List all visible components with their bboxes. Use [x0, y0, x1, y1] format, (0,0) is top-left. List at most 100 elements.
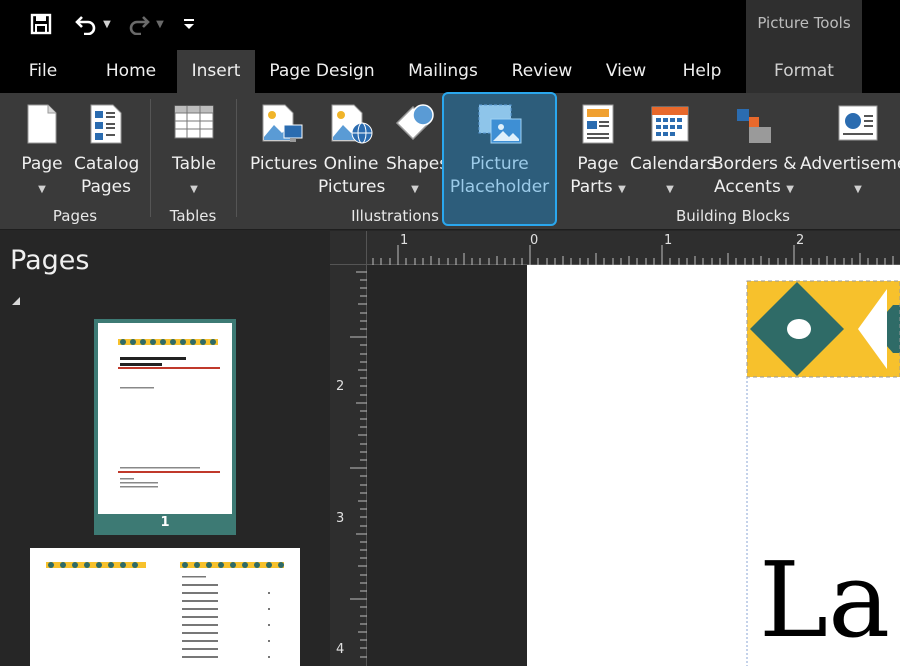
page-button[interactable]: Page ▼ [16, 93, 68, 208]
chevron-down-icon: ▼ [38, 184, 46, 195]
page-thumbnail-1[interactable]: 1 [94, 319, 236, 535]
catalog-pages-label-2: Pages [80, 177, 131, 197]
group-separator [236, 99, 237, 217]
picture-tools-contextual-header: Picture Tools [746, 0, 862, 50]
document-title-text[interactable]: La [759, 539, 890, 661]
picture-placeholder-icon [478, 104, 521, 144]
chevron-down-icon: ▼ [618, 184, 626, 195]
page-thumbnail-2-3-art [46, 562, 284, 658]
table-button[interactable]: Table ▼ [166, 93, 222, 208]
redo-button[interactable] [123, 8, 155, 40]
advertisements-icon [838, 105, 878, 141]
horizontal-ruler-ticks [372, 245, 894, 265]
picture-placeholder-label-1: Picture [470, 154, 529, 174]
catalog-pages-button[interactable]: Catalog Pages [74, 93, 140, 208]
pages-pane-title: Pages [10, 245, 90, 276]
page-thumbnail-1-number: 1 [160, 515, 170, 530]
borders-accents-label-2: Accents [714, 177, 781, 197]
chevron-down-icon: ▼ [854, 184, 862, 195]
redo-icon [129, 16, 150, 35]
page-thumbnail-1-art [118, 339, 220, 488]
online-pictures-label-2: Pictures [318, 177, 386, 197]
customize-qat-icon [184, 19, 194, 29]
group-label-pages: Pages [52, 207, 98, 225]
picture-tools-label: Picture Tools [757, 14, 851, 32]
customize-qat-button[interactable] [178, 8, 200, 40]
save-button[interactable] [22, 8, 60, 40]
page-parts-icon [582, 104, 614, 144]
online-pictures-icon [331, 104, 373, 144]
borders-accents-icon [737, 109, 771, 143]
collapse-triangle-icon[interactable] [12, 297, 20, 305]
online-pictures-label-1: Online [323, 154, 379, 174]
ruler-h-label: 2 [796, 233, 805, 248]
catalog-pages-icon [90, 104, 122, 144]
catalog-pages-label-1: Catalog [74, 154, 140, 174]
pictures-label: Pictures [250, 154, 318, 174]
tab-home[interactable]: Home [95, 50, 167, 93]
shapes-label: Shapes [386, 154, 449, 174]
group-label-tables: Tables [169, 207, 217, 225]
ruler-v-label: 2 [336, 379, 345, 394]
ruler-v-label: 4 [336, 642, 345, 657]
ribbon-tabs: File Home Insert Page Design Mailings Re… [0, 50, 900, 93]
shapes-button[interactable]: Shapes ▼ [386, 93, 449, 208]
redo-dropdown[interactable]: ▼ [153, 8, 167, 40]
borders-accents-button[interactable]: Borders & Accents ▼ [712, 93, 797, 208]
table-icon [174, 105, 214, 139]
calendar-icon [651, 106, 689, 142]
tab-help[interactable]: Help [672, 50, 732, 93]
calendars-label: Calendars [630, 154, 716, 174]
group-separator [150, 99, 151, 217]
advertisements-label: Advertisements [800, 154, 900, 174]
ruler-v-label: 3 [336, 511, 345, 526]
picture-placeholder-label-2: Placeholder [449, 177, 550, 197]
undo-dropdown[interactable]: ▼ [100, 8, 114, 40]
borders-accents-label-1: Borders & [712, 154, 797, 174]
undo-button[interactable] [70, 8, 102, 40]
tab-file[interactable]: File [16, 50, 70, 93]
chevron-down-icon: ▼ [411, 184, 419, 195]
document-page[interactable]: La [527, 265, 900, 666]
group-label-building-blocks: Building Blocks [675, 207, 790, 225]
vertical-ruler[interactable]: 2 3 4 [330, 265, 367, 666]
pages-pane: Pages 1 [0, 231, 330, 666]
tab-view[interactable]: View [597, 50, 655, 93]
tab-review[interactable]: Review [505, 50, 579, 93]
advertisements-button[interactable]: Advertisements ▼ [798, 93, 900, 208]
tab-page-design[interactable]: Page Design [266, 50, 378, 93]
horizontal-ruler[interactable]: 1 0 1 2 [367, 231, 900, 265]
pictures-button[interactable]: Pictures [250, 93, 318, 208]
quick-access-toolbar: ▼ ▼ Picture Tools [0, 0, 900, 50]
chevron-down-icon: ▼ [156, 18, 164, 30]
page-thumbnail-2-3[interactable] [30, 548, 300, 666]
page-parts-label-2: Parts [570, 177, 613, 197]
document-canvas[interactable]: La [367, 265, 900, 666]
calendars-button[interactable]: Calendars ▼ [630, 93, 716, 208]
vertical-ruler-ticks [350, 271, 367, 658]
page-thumbnail-1-preview [98, 323, 232, 514]
page-parts-label-1: Page [577, 154, 619, 174]
ruler-h-label: 1 [400, 233, 409, 248]
ruler-corner [330, 231, 367, 265]
table-button-label: Table [172, 154, 216, 174]
tab-mailings[interactable]: Mailings [398, 50, 488, 93]
chevron-down-icon: ▼ [190, 184, 198, 195]
page-button-label: Page [21, 154, 63, 174]
tab-format[interactable]: Format [746, 50, 862, 93]
undo-icon [75, 16, 96, 35]
page-icon [27, 104, 57, 144]
page-parts-button[interactable]: Page Parts ▼ [568, 93, 628, 208]
picture-placeholder-button[interactable]: Picture Placeholder [444, 93, 555, 208]
save-icon [30, 13, 52, 35]
group-label-illustrations: Illustrations [351, 207, 439, 225]
ribbon-insert: Page ▼ Catalog Pages Table ▼ Pictures On… [0, 92, 900, 230]
ruler-h-label: 1 [664, 233, 673, 248]
ruler-h-label: 0 [530, 233, 539, 248]
chevron-down-icon: ▼ [666, 184, 674, 195]
shapes-icon [395, 104, 434, 141]
chevron-down-icon: ▼ [786, 184, 794, 195]
online-pictures-button[interactable]: Online Pictures [318, 93, 386, 208]
chevron-down-icon: ▼ [103, 18, 111, 30]
tab-insert[interactable]: Insert [177, 50, 255, 93]
